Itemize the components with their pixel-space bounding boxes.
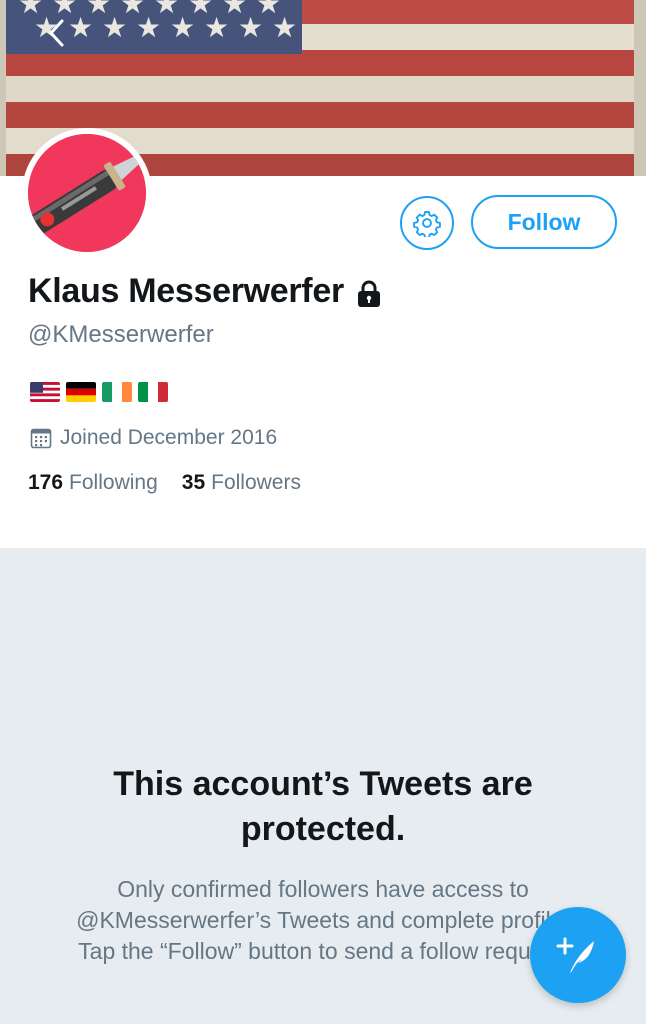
lock-icon bbox=[357, 280, 380, 307]
following-count: 176 bbox=[28, 471, 64, 494]
chevron-left-icon bbox=[49, 19, 64, 47]
followers-stat[interactable]: 35 Followers bbox=[182, 471, 301, 495]
profile-name-row: Klaus Messerwerfer bbox=[28, 272, 382, 311]
profile-handle: @KMesserwerfer bbox=[28, 321, 214, 348]
flag-germany bbox=[66, 382, 96, 402]
followers-count: 35 bbox=[181, 471, 206, 494]
followers-label: Followers bbox=[211, 471, 301, 494]
bio-flags bbox=[30, 382, 168, 402]
compose-tweet-button[interactable] bbox=[530, 907, 626, 1003]
avatar[interactable] bbox=[22, 128, 152, 258]
flag-ireland bbox=[102, 382, 132, 402]
following-label: Following bbox=[69, 471, 158, 494]
follow-stats: 176 Following 35 Followers bbox=[28, 471, 325, 495]
protected-title: This account’s Tweets are protected. bbox=[113, 765, 533, 848]
following-stat[interactable]: 176 Following bbox=[28, 471, 158, 495]
back-button[interactable] bbox=[40, 16, 74, 50]
protected-message: Only confirmed followers have access to … bbox=[76, 876, 570, 964]
follow-button[interactable]: Follow bbox=[471, 195, 617, 249]
joined-label: Joined December 2016 bbox=[60, 426, 278, 449]
settings-button[interactable] bbox=[400, 196, 454, 250]
joined-date: Joined December 2016 bbox=[30, 426, 277, 450]
profile-name: Klaus Messerwerfer bbox=[28, 272, 344, 310]
flag-italy bbox=[138, 382, 168, 402]
calendar-icon bbox=[30, 428, 52, 449]
flag-us bbox=[30, 382, 60, 402]
compose-tweet-icon bbox=[556, 937, 594, 973]
avatar-image bbox=[28, 134, 146, 252]
knife-image bbox=[28, 134, 146, 252]
gear-icon bbox=[413, 210, 441, 237]
